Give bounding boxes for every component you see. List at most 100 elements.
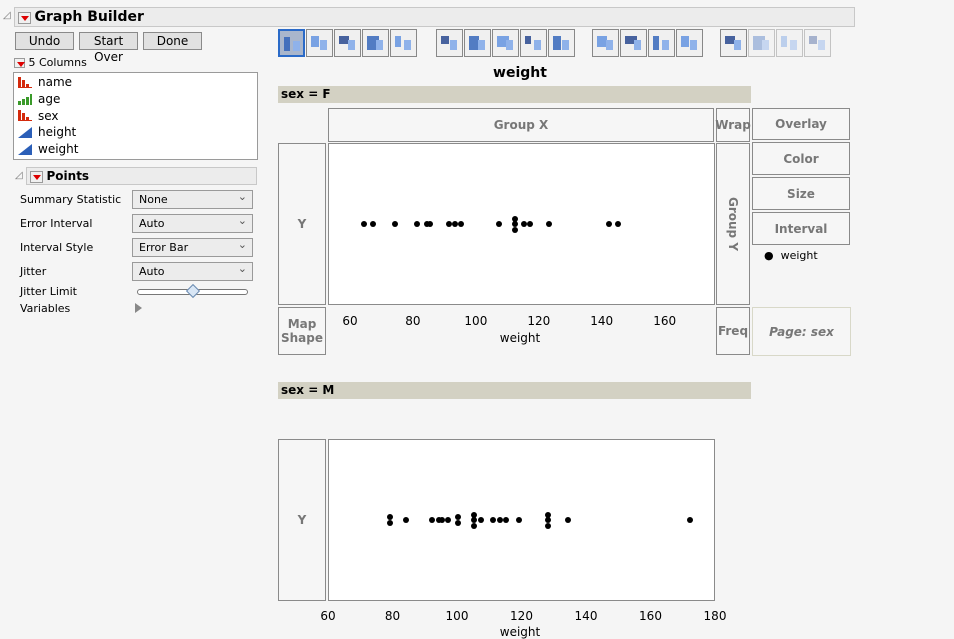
caption-box-element-icon[interactable] <box>720 29 747 57</box>
data-point[interactable] <box>458 221 465 227</box>
color-zone[interactable]: Color <box>752 142 850 175</box>
overlay-zone[interactable]: Overlay <box>752 108 850 140</box>
data-point[interactable] <box>455 519 461 526</box>
column-item-height[interactable]: height <box>14 124 257 141</box>
title-bar: Graph Builder <box>14 7 855 27</box>
points-collapse-icon[interactable]: ◿ <box>15 170 23 181</box>
start-over-button[interactable]: Start Over <box>79 32 138 64</box>
points-menu-icon[interactable] <box>30 171 43 183</box>
column-list[interactable]: name age sex height weight <box>13 72 258 160</box>
columns-header: 5 Columns <box>14 56 87 69</box>
ellipse-element-icon[interactable] <box>362 29 389 57</box>
map-shape-zone[interactable]: Map Shape <box>278 307 326 355</box>
points-title: Points <box>46 169 90 183</box>
bar-element-icon[interactable] <box>464 29 491 57</box>
data-point[interactable] <box>438 517 445 523</box>
parallel-element-icon[interactable] <box>804 29 831 57</box>
collapse-triangle-icon[interactable]: ◿ <box>3 10 11 21</box>
continuous-icon <box>18 126 32 138</box>
data-point[interactable] <box>490 517 497 523</box>
data-point[interactable] <box>360 221 367 227</box>
jitter-select[interactable]: Auto <box>132 260 253 281</box>
heatmap-element-icon[interactable] <box>592 29 619 57</box>
page-zone[interactable]: Page: sex <box>752 307 851 356</box>
data-point[interactable] <box>503 517 510 523</box>
column-item-weight[interactable]: weight <box>14 141 257 158</box>
interval-zone[interactable]: Interval <box>752 212 850 245</box>
data-point[interactable] <box>471 522 478 529</box>
mosaic-element-icon[interactable] <box>676 29 703 57</box>
treemap-element-icon[interactable] <box>648 29 675 57</box>
data-point[interactable] <box>403 517 410 523</box>
data-point[interactable] <box>414 221 421 227</box>
data-point[interactable] <box>445 221 452 227</box>
plot-area-female[interactable] <box>328 143 715 305</box>
x-tick-label: 60 <box>342 314 358 328</box>
freq-zone[interactable]: Freq <box>716 307 750 355</box>
wrap-zone[interactable]: Wrap <box>715 108 751 142</box>
plot-area-male[interactable] <box>328 439 715 601</box>
undo-button[interactable]: Undo <box>15 32 74 50</box>
interval-style-select[interactable]: Error Bar <box>132 236 253 257</box>
group-y-zone[interactable]: Group Y <box>716 143 750 305</box>
data-point[interactable] <box>392 221 399 227</box>
x-tick-label: 140 <box>590 314 614 328</box>
x-tick-label: 160 <box>639 609 662 623</box>
done-button[interactable]: Done <box>143 32 202 50</box>
data-point[interactable] <box>426 221 433 227</box>
size-zone[interactable]: Size <box>752 177 850 210</box>
error-interval-select[interactable]: Auto <box>132 212 253 233</box>
group-x-zone[interactable]: Group X <box>328 108 714 142</box>
variables-expand-icon[interactable] <box>135 303 142 313</box>
map-shapes-element-icon[interactable] <box>776 29 803 57</box>
jitter-limit-thumb[interactable] <box>185 283 200 299</box>
column-item-name[interactable]: name <box>14 74 257 91</box>
data-point[interactable] <box>516 517 523 523</box>
continuous-icon <box>18 143 32 155</box>
column-name: weight <box>38 142 79 157</box>
columns-menu-icon[interactable] <box>14 58 25 68</box>
x-tick-label: 120 <box>510 609 533 623</box>
box-plot-element-icon[interactable] <box>520 29 547 57</box>
summary-statistic-label: Summary Statistic <box>20 193 122 206</box>
pie-element-icon[interactable] <box>620 29 647 57</box>
data-point[interactable] <box>495 221 502 227</box>
ordinal-icon <box>18 93 32 105</box>
data-point[interactable] <box>564 517 571 523</box>
graph-title: weight <box>493 65 547 81</box>
data-point[interactable] <box>496 517 503 523</box>
data-point[interactable] <box>511 226 518 233</box>
column-name: name <box>38 75 73 90</box>
column-item-age[interactable]: age <box>14 91 257 108</box>
line-of-fit-element-icon[interactable] <box>334 29 361 57</box>
y-zone-female[interactable]: Y <box>278 143 326 305</box>
data-point[interactable] <box>545 522 552 529</box>
contour-element-icon[interactable] <box>390 29 417 57</box>
window-title: Graph Builder <box>34 9 144 25</box>
column-item-sex[interactable]: sex <box>14 107 257 124</box>
data-point[interactable] <box>606 221 613 227</box>
interval-style-label: Interval Style <box>20 241 94 254</box>
data-point[interactable] <box>687 517 694 523</box>
data-point[interactable] <box>451 221 458 227</box>
formula-element-icon[interactable] <box>748 29 775 57</box>
data-point[interactable] <box>546 221 553 227</box>
data-point[interactable] <box>387 519 394 526</box>
data-point[interactable] <box>477 517 484 523</box>
y-zone-male[interactable]: Y <box>278 439 326 601</box>
summary-statistic-select[interactable]: None <box>132 188 253 209</box>
legend: ● weight <box>764 249 818 262</box>
data-point[interactable] <box>527 221 534 227</box>
area-element-icon[interactable] <box>492 29 519 57</box>
points-element-icon[interactable] <box>278 29 305 57</box>
histogram-element-icon[interactable] <box>548 29 575 57</box>
data-point[interactable] <box>615 221 622 227</box>
data-point[interactable] <box>370 221 377 227</box>
smoother-element-icon[interactable] <box>306 29 333 57</box>
data-point[interactable] <box>445 517 452 523</box>
line-element-icon[interactable] <box>436 29 463 57</box>
data-point[interactable] <box>521 221 528 227</box>
red-triangle-menu-icon[interactable] <box>18 12 31 24</box>
data-point[interactable] <box>429 517 436 523</box>
page-header-male: sex = M <box>278 382 751 399</box>
